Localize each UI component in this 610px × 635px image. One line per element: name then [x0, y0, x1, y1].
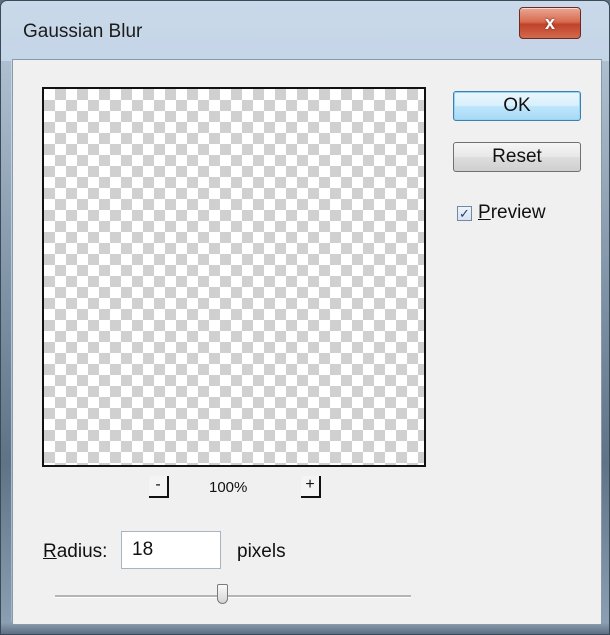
- preview-label-rest: review: [490, 202, 546, 223]
- close-button[interactable]: x: [519, 7, 581, 39]
- minus-icon: -: [155, 476, 161, 493]
- zoom-level: 100%: [209, 479, 248, 496]
- preview-checkbox[interactable]: ✓: [457, 205, 472, 221]
- close-icon: x: [544, 12, 555, 33]
- zoom-in-button[interactable]: +: [301, 476, 321, 498]
- radius-slider-track[interactable]: [55, 595, 411, 598]
- preview-canvas[interactable]: [42, 87, 426, 467]
- preview-checkbox-row[interactable]: ✓ Preview: [457, 202, 546, 224]
- radius-units-label: pixels: [237, 541, 286, 562]
- reset-button[interactable]: Reset: [453, 142, 581, 172]
- window-title: Gaussian Blur: [23, 21, 143, 42]
- radius-label: Radius:: [43, 541, 107, 563]
- checkmark-icon: ✓: [459, 205, 470, 221]
- plus-icon: +: [305, 476, 315, 493]
- radius-slider-thumb[interactable]: [216, 584, 228, 604]
- dialog-window: Gaussian Blur x - 100% + OK Reset ✓ Prev…: [0, 0, 610, 635]
- zoom-out-button[interactable]: -: [149, 476, 169, 498]
- preview-label-accel: P: [478, 202, 491, 223]
- radius-label-accel: R: [43, 541, 57, 562]
- window-frame-left: [1, 61, 11, 634]
- radius-label-rest: adius:: [56, 541, 108, 562]
- ok-button[interactable]: OK: [453, 91, 581, 121]
- radius-input[interactable]: [121, 531, 221, 569]
- dialog-client-area: - 100% + OK Reset ✓ Preview Radius: pixe…: [12, 59, 602, 625]
- preview-checkbox-label[interactable]: Preview: [478, 202, 546, 224]
